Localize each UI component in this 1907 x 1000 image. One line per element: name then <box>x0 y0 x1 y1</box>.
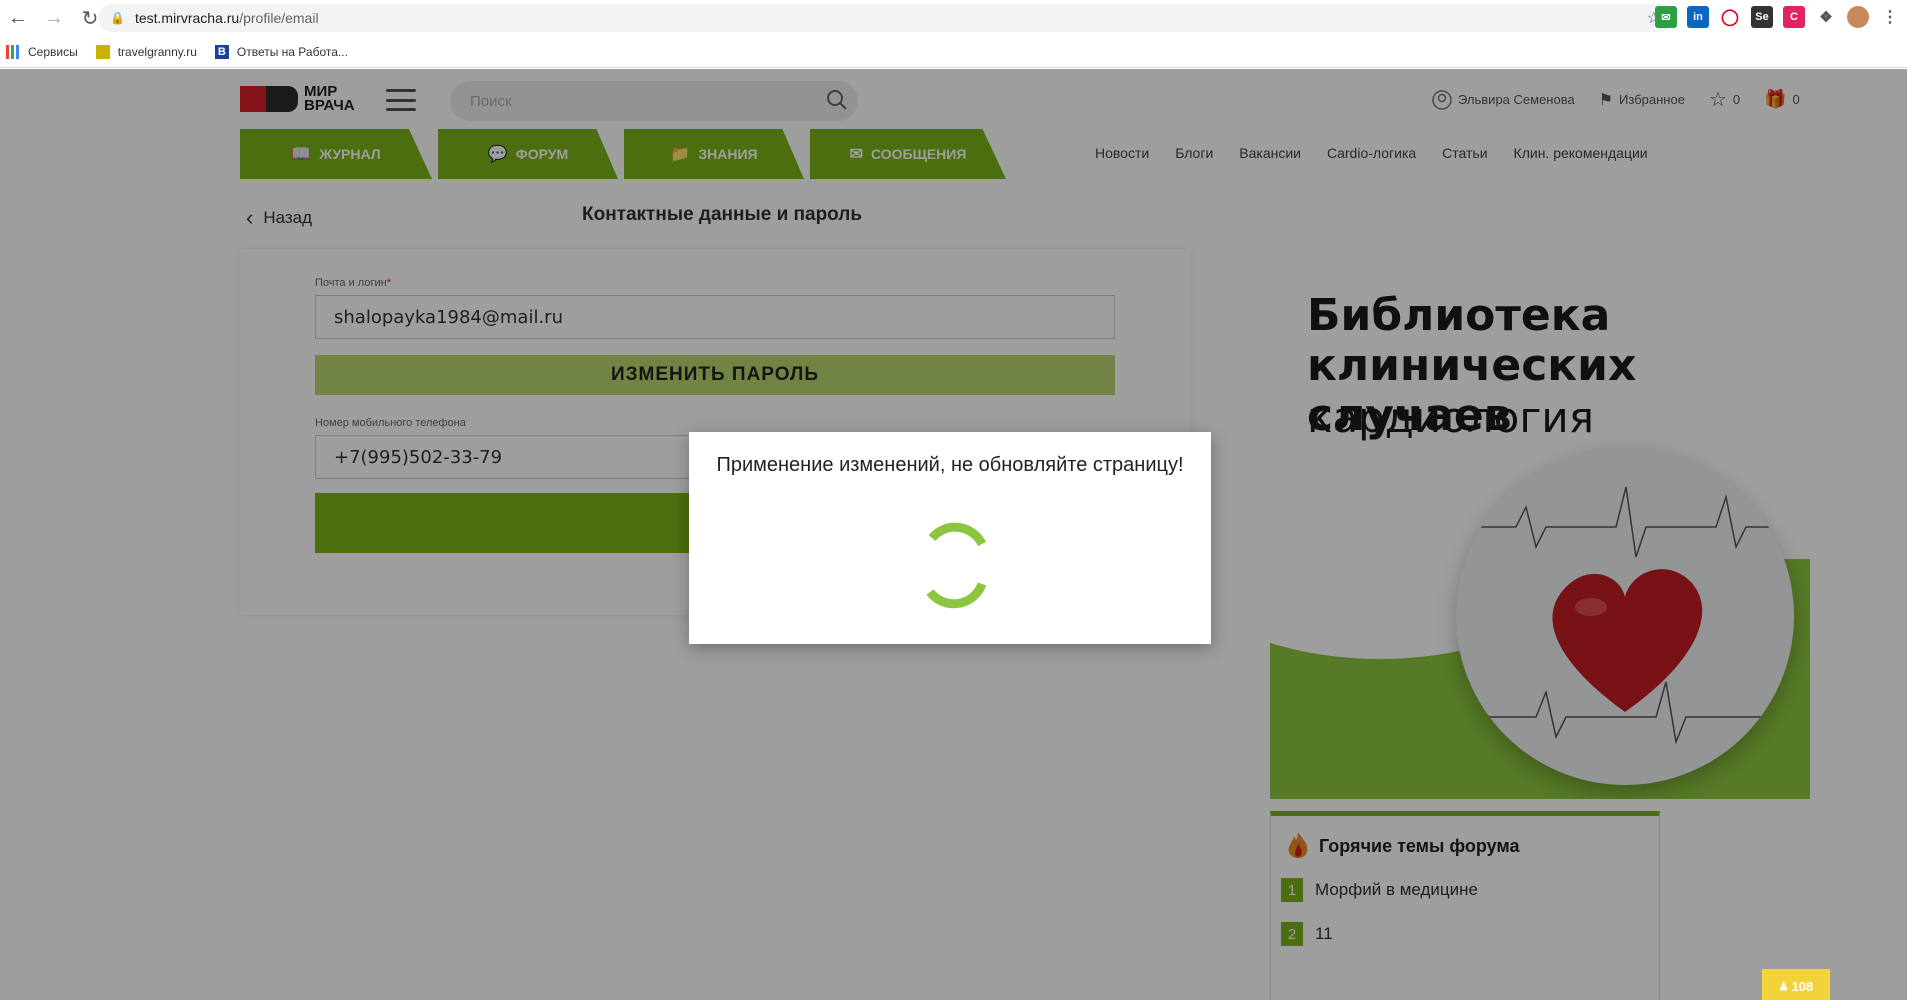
loading-spinner-icon <box>926 522 987 609</box>
menu-dots-icon[interactable]: ⋮ <box>1879 6 1901 28</box>
linkedin-icon[interactable]: in <box>1687 6 1709 28</box>
b-icon: B <box>214 44 229 59</box>
back-arrow-icon[interactable]: ← <box>0 0 36 36</box>
opera-icon[interactable]: ◯ <box>1719 6 1741 28</box>
saving-modal: Применение изменений, не обновляйте стра… <box>689 432 1211 644</box>
url-host: test.mirvracha.ru <box>134 10 240 26</box>
address-bar[interactable]: 🔒 test.mirvracha.ru /profile/email ☆ <box>98 4 1673 32</box>
online-counter-badge[interactable]: ♟ 108 <box>1762 969 1830 1000</box>
puzzle-icon[interactable]: ❖ <box>1815 6 1837 28</box>
browser-toolbar: ← → ↻ 🔒 test.mirvracha.ru /profile/email… <box>0 0 1907 36</box>
person-icon: ♟ <box>1778 981 1789 993</box>
bookmark-label: Сервисы <box>28 44 78 59</box>
bookmark-label: travelgranny.ru <box>117 44 197 59</box>
bookmark-label: Ответы на Работа... <box>236 44 348 59</box>
apps-grid-icon <box>6 44 20 59</box>
travelgranny-icon <box>95 44 110 59</box>
bookmarks-bar: Сервисы travelgranny.ru B Ответы на Рабо… <box>0 36 1907 68</box>
counter-value: 108 <box>1791 979 1814 994</box>
bookmark-services[interactable]: Сервисы <box>6 44 78 59</box>
selenium-icon[interactable]: Se <box>1751 6 1773 28</box>
extension-mail-icon[interactable]: ✉ <box>1655 6 1677 28</box>
extension-red-icon[interactable]: C <box>1783 6 1805 28</box>
bookmark-travelgranny[interactable]: travelgranny.ru <box>95 44 197 59</box>
url-path: /profile/email <box>239 10 319 26</box>
forward-arrow-icon[interactable]: → <box>36 0 72 36</box>
bookmark-answers[interactable]: B Ответы на Работа... <box>214 44 348 59</box>
avatar[interactable] <box>1847 6 1869 28</box>
lock-icon: 🔒 <box>110 11 125 25</box>
modal-message: Применение изменений, не обновляйте стра… <box>716 454 1184 476</box>
